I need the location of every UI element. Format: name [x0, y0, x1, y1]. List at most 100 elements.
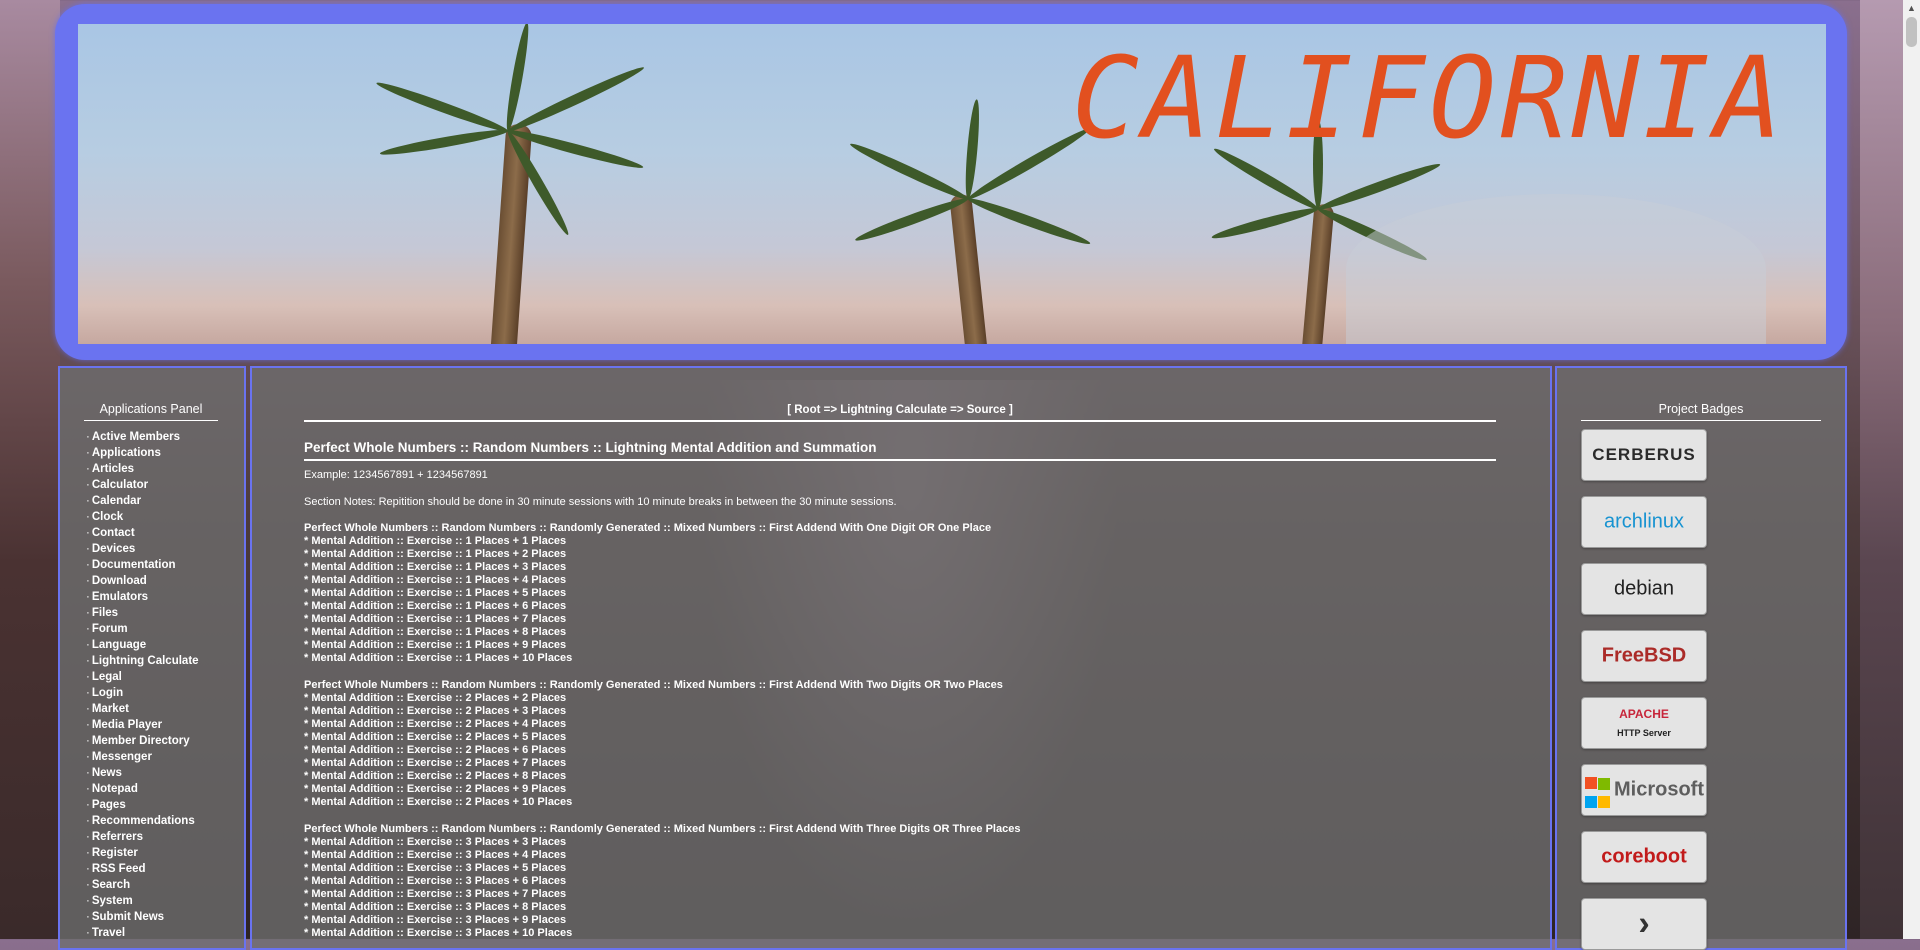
app-link-calculator[interactable]: · Calculator	[86, 477, 244, 493]
app-link-label[interactable]: Contact	[92, 527, 135, 539]
exercise-link[interactable]: * Mental Addition :: Exercise :: 3 Place…	[304, 901, 1496, 914]
app-link-rss-feed[interactable]: · RSS Feed	[86, 861, 244, 877]
app-link-label[interactable]: Clock	[92, 511, 123, 523]
app-link-label[interactable]: Forum	[92, 623, 128, 635]
badge-microsoft[interactable]: Microsoft	[1581, 764, 1707, 816]
app-link-emulators[interactable]: · Emulators	[86, 589, 244, 605]
exercise-link[interactable]: * Mental Addition :: Exercise :: 2 Place…	[304, 744, 1496, 757]
app-link-register[interactable]: · Register	[86, 845, 244, 861]
app-link-label[interactable]: Lightning Calculate	[92, 655, 199, 667]
app-link-label[interactable]: Legal	[92, 671, 122, 683]
badge-arrow-badge[interactable]: ›	[1581, 898, 1707, 950]
exercise-link[interactable]: * Mental Addition :: Exercise :: 3 Place…	[304, 862, 1496, 875]
app-link-system[interactable]: · System	[86, 893, 244, 909]
exercise-link[interactable]: * Mental Addition :: Exercise :: 2 Place…	[304, 783, 1496, 796]
app-link-label[interactable]: Calculator	[92, 479, 148, 491]
app-link-recommendations[interactable]: · Recommendations	[86, 813, 244, 829]
exercise-link[interactable]: * Mental Addition :: Exercise :: 2 Place…	[304, 770, 1496, 783]
app-link-files[interactable]: · Files	[86, 605, 244, 621]
exercise-link[interactable]: * Mental Addition :: Exercise :: 1 Place…	[304, 535, 1496, 548]
app-link-referrers[interactable]: · Referrers	[86, 829, 244, 845]
exercise-link[interactable]: * Mental Addition :: Exercise :: 3 Place…	[304, 849, 1496, 862]
badge-debian[interactable]: debian	[1581, 563, 1707, 615]
app-link-label[interactable]: Recommendations	[92, 815, 195, 827]
exercise-link[interactable]: * Mental Addition :: Exercise :: 3 Place…	[304, 875, 1496, 888]
app-link-label[interactable]: Submit News	[92, 911, 164, 923]
app-link-label[interactable]: Messenger	[92, 751, 152, 763]
page-scrollbar[interactable]: ▲	[1903, 0, 1920, 939]
exercise-link[interactable]: * Mental Addition :: Exercise :: 1 Place…	[304, 613, 1496, 626]
app-link-label[interactable]: Market	[92, 703, 129, 715]
app-link-label[interactable]: Calendar	[92, 495, 141, 507]
app-link-label[interactable]: Devices	[92, 543, 135, 555]
app-link-forum[interactable]: · Forum	[86, 621, 244, 637]
exercise-link[interactable]: * Mental Addition :: Exercise :: 2 Place…	[304, 718, 1496, 731]
exercise-link[interactable]: * Mental Addition :: Exercise :: 3 Place…	[304, 836, 1496, 849]
app-link-articles[interactable]: · Articles	[86, 461, 244, 477]
app-link-label[interactable]: RSS Feed	[92, 863, 146, 875]
app-link-label[interactable]: Active Members	[92, 431, 180, 443]
app-link-label[interactable]: System	[92, 895, 133, 907]
app-link-label[interactable]: Notepad	[92, 783, 138, 795]
exercise-link[interactable]: * Mental Addition :: Exercise :: 1 Place…	[304, 626, 1496, 639]
app-link-label[interactable]: Travel	[92, 927, 125, 939]
scrollbar-thumb[interactable]	[1906, 17, 1917, 47]
exercise-link[interactable]: * Mental Addition :: Exercise :: 2 Place…	[304, 796, 1496, 809]
badge-freebsd[interactable]: FreeBSD	[1581, 630, 1707, 682]
exercise-link[interactable]: * Mental Addition :: Exercise :: 3 Place…	[304, 927, 1496, 940]
app-link-legal[interactable]: · Legal	[86, 669, 244, 685]
badge-cerberus[interactable]: CERBERUS	[1581, 429, 1707, 481]
app-link-clock[interactable]: · Clock	[86, 509, 244, 525]
app-link-applications[interactable]: · Applications	[86, 445, 244, 461]
exercise-link[interactable]: * Mental Addition :: Exercise :: 2 Place…	[304, 757, 1496, 770]
app-link-lightning-calculate[interactable]: · Lightning Calculate	[86, 653, 244, 669]
exercise-link[interactable]: * Mental Addition :: Exercise :: 3 Place…	[304, 914, 1496, 927]
app-link-news[interactable]: · News	[86, 765, 244, 781]
app-link-login[interactable]: · Login	[86, 685, 244, 701]
exercise-link[interactable]: * Mental Addition :: Exercise :: 2 Place…	[304, 692, 1496, 705]
app-link-label[interactable]: Pages	[92, 799, 126, 811]
app-link-active-members[interactable]: · Active Members	[86, 429, 244, 445]
app-link-download[interactable]: · Download	[86, 573, 244, 589]
exercise-link[interactable]: * Mental Addition :: Exercise :: 1 Place…	[304, 574, 1496, 587]
badge-archlinux[interactable]: archlinux	[1581, 496, 1707, 548]
app-link-notepad[interactable]: · Notepad	[86, 781, 244, 797]
exercise-link[interactable]: * Mental Addition :: Exercise :: 1 Place…	[304, 561, 1496, 574]
exercise-link[interactable]: * Mental Addition :: Exercise :: 2 Place…	[304, 731, 1496, 744]
app-link-devices[interactable]: · Devices	[86, 541, 244, 557]
app-link-submit-news[interactable]: · Submit News	[86, 909, 244, 925]
app-link-label[interactable]: Login	[92, 687, 123, 699]
exercise-link[interactable]: * Mental Addition :: Exercise :: 1 Place…	[304, 600, 1496, 613]
scroll-up-arrow-icon[interactable]: ▲	[1903, 0, 1920, 17]
badge-coreboot[interactable]: coreboot	[1581, 831, 1707, 883]
app-link-label[interactable]: Language	[92, 639, 146, 651]
app-link-label[interactable]: News	[92, 767, 122, 779]
app-link-search[interactable]: · Search	[86, 877, 244, 893]
exercise-link[interactable]: * Mental Addition :: Exercise :: 1 Place…	[304, 587, 1496, 600]
app-link-label[interactable]: Emulators	[92, 591, 148, 603]
exercise-link[interactable]: * Mental Addition :: Exercise :: 2 Place…	[304, 705, 1496, 718]
app-link-label[interactable]: Referrers	[92, 831, 143, 843]
app-link-label[interactable]: Search	[92, 879, 130, 891]
badge-apache[interactable]: APACHE HTTP Server	[1581, 697, 1707, 749]
app-link-label[interactable]: Media Player	[92, 719, 162, 731]
exercise-link[interactable]: * Mental Addition :: Exercise :: 1 Place…	[304, 639, 1496, 652]
app-link-label[interactable]: Download	[92, 575, 147, 587]
exercise-link[interactable]: * Mental Addition :: Exercise :: 3 Place…	[304, 888, 1496, 901]
app-link-member-directory[interactable]: · Member Directory	[86, 733, 244, 749]
app-link-label[interactable]: Documentation	[92, 559, 176, 571]
exercise-link[interactable]: * Mental Addition :: Exercise :: 1 Place…	[304, 652, 1496, 665]
app-link-market[interactable]: · Market	[86, 701, 244, 717]
breadcrumb[interactable]: [ Root => Lightning Calculate => Source …	[304, 404, 1496, 422]
app-link-label[interactable]: Files	[92, 607, 118, 619]
app-link-messenger[interactable]: · Messenger	[86, 749, 244, 765]
app-link-media-player[interactable]: · Media Player	[86, 717, 244, 733]
app-link-label[interactable]: Applications	[92, 447, 161, 459]
app-link-calendar[interactable]: · Calendar	[86, 493, 244, 509]
exercise-link[interactable]: * Mental Addition :: Exercise :: 1 Place…	[304, 548, 1496, 561]
app-link-pages[interactable]: · Pages	[86, 797, 244, 813]
app-link-language[interactable]: · Language	[86, 637, 244, 653]
app-link-documentation[interactable]: · Documentation	[86, 557, 244, 573]
app-link-contact[interactable]: · Contact	[86, 525, 244, 541]
app-link-label[interactable]: Member Directory	[92, 735, 190, 747]
